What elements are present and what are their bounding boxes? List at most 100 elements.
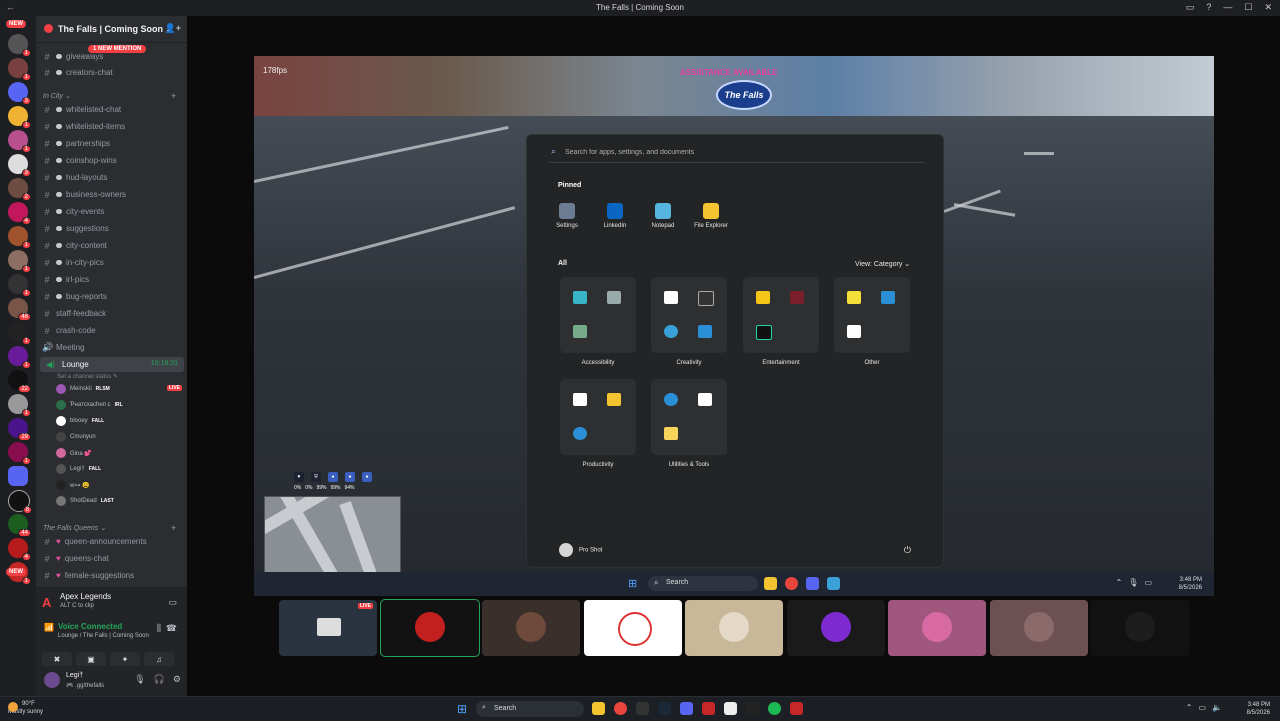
participant-tile[interactable] bbox=[584, 600, 682, 656]
file-explorer-icon[interactable] bbox=[592, 702, 605, 715]
inbox-icon[interactable]: ▭ bbox=[1186, 2, 1195, 13]
channel-item[interactable]: # ♥ female-suggestions bbox=[42, 568, 182, 583]
category-other[interactable] bbox=[834, 277, 910, 353]
server-icon[interactable]: 44 bbox=[8, 514, 31, 537]
category-accessibility[interactable] bbox=[560, 277, 636, 353]
headphones-icon[interactable]: 🎧 bbox=[154, 674, 165, 685]
server-icon[interactable]: 1 bbox=[8, 226, 31, 249]
channel-item[interactable]: # crash-code bbox=[42, 323, 182, 338]
participant-tile[interactable] bbox=[482, 600, 580, 656]
participant-tile[interactable] bbox=[990, 600, 1088, 656]
voice-user[interactable]: ShotDead LAST bbox=[56, 494, 184, 508]
server-icon[interactable]: 22 bbox=[8, 370, 31, 393]
start-search[interactable]: ⌕ bbox=[549, 142, 925, 163]
voice-user[interactable]: Gina 💕 bbox=[56, 446, 184, 460]
voice-user[interactable]: Cmunyun bbox=[56, 430, 184, 444]
voice-user[interactable]: Legi† FALL bbox=[56, 462, 184, 476]
maximize-button[interactable]: ☐ bbox=[1244, 2, 1252, 13]
server-icon[interactable]: 3 bbox=[8, 82, 31, 105]
server-icon[interactable]: 1 bbox=[8, 130, 31, 153]
server-icon[interactable]: 1 bbox=[8, 274, 31, 297]
add-channel-icon[interactable]: + bbox=[171, 91, 176, 101]
weather-widget[interactable]: 90°F Mostly sunny bbox=[8, 700, 43, 716]
channel-item[interactable]: # bug-reports bbox=[42, 289, 182, 304]
help-icon[interactable]: ? bbox=[1206, 2, 1211, 13]
participant-tile[interactable] bbox=[888, 600, 986, 656]
server-icon[interactable]: 1 bbox=[8, 106, 31, 129]
channel-item[interactable]: # irl-pics bbox=[42, 272, 182, 287]
server-icon[interactable]: 1 bbox=[8, 250, 31, 273]
folder-icon[interactable] bbox=[8, 466, 28, 486]
category-entertainment[interactable] bbox=[743, 277, 819, 353]
server-icon[interactable]: 1 bbox=[8, 442, 31, 465]
screen-icon[interactable]: ▭ bbox=[168, 597, 177, 608]
microphone-icon[interactable]: 🎙 bbox=[134, 674, 145, 685]
notepad-icon[interactable] bbox=[724, 702, 737, 715]
voice-user[interactable]: blooey FALL bbox=[56, 414, 184, 428]
server-icon[interactable]: 2 bbox=[8, 178, 31, 201]
pinned-file-explorer[interactable]: File Explorer bbox=[687, 203, 735, 229]
view-category-dropdown[interactable]: View: Category ⌄ bbox=[855, 260, 910, 268]
participant-tile[interactable] bbox=[1091, 600, 1189, 656]
server-icon[interactable]: 29 bbox=[8, 418, 31, 441]
server-icon[interactable]: 1 bbox=[8, 346, 31, 369]
audio-app-icon[interactable] bbox=[636, 702, 649, 715]
server-header[interactable]: The Falls | Coming Soon ⌄ 👤+ bbox=[36, 16, 187, 43]
channel-item[interactable]: # ♥ queen-announcements bbox=[42, 534, 182, 549]
participant-tile-stream[interactable]: LIVE bbox=[279, 600, 377, 656]
app-icon[interactable] bbox=[702, 702, 715, 715]
power-button[interactable]: ⏻ bbox=[904, 545, 911, 556]
discord-icon[interactable] bbox=[680, 702, 693, 715]
volume-icon[interactable]: 🔈 bbox=[1212, 703, 1222, 712]
pinned-linkedin[interactable]: LinkedIn bbox=[591, 203, 639, 229]
server-icon[interactable]: 4 bbox=[8, 538, 31, 561]
voice-channel-lounge[interactable]: ◀) Lounge 10:18:31 bbox=[40, 357, 184, 372]
server-icon[interactable]: 1 bbox=[8, 58, 31, 81]
steam-icon[interactable] bbox=[658, 702, 671, 715]
channel-item[interactable]: # in-city-pics bbox=[42, 255, 182, 270]
network-icon[interactable]: ▭ bbox=[1198, 703, 1206, 712]
category-header[interactable]: The Falls Queens ⌄ + bbox=[43, 523, 176, 533]
channel-item[interactable]: # creators-chat bbox=[42, 65, 182, 80]
server-icon[interactable]: 3 bbox=[8, 154, 31, 177]
channel-item[interactable]: # coinshop-wins bbox=[42, 153, 182, 168]
server-icon[interactable]: 1 bbox=[8, 34, 31, 57]
stream-view[interactable]: 178fps ASSISTANCE AVAILABLE The Falls ♥ … bbox=[254, 56, 1214, 572]
category-header[interactable]: In City ⌄ + bbox=[43, 91, 176, 101]
category-utilities[interactable] bbox=[651, 379, 727, 455]
server-icon[interactable]: 8 bbox=[8, 490, 32, 514]
windows-start-button[interactable]: ⊞ bbox=[457, 702, 467, 716]
start-user[interactable]: Pro Shot bbox=[559, 543, 602, 557]
close-button[interactable]: ✕ bbox=[1264, 2, 1272, 13]
category-productivity[interactable] bbox=[560, 379, 636, 455]
avatar[interactable] bbox=[44, 672, 60, 688]
chrome-icon[interactable] bbox=[614, 702, 627, 715]
channel-item[interactable]: # partnerships bbox=[42, 136, 182, 151]
channel-item[interactable]: # city-events bbox=[42, 204, 182, 219]
voice-connected-subtitle[interactable]: Lounge / The Falls | Coming Soon bbox=[58, 633, 149, 639]
app-icon[interactable] bbox=[746, 702, 759, 715]
channel-item[interactable]: # suggestions bbox=[42, 221, 182, 236]
invite-people-icon[interactable]: 👤+ bbox=[165, 23, 181, 34]
pinned-settings[interactable]: Settings bbox=[543, 203, 591, 229]
server-icon[interactable]: 1 bbox=[8, 322, 31, 345]
channel-item[interactable]: # staff-feedback bbox=[42, 306, 182, 321]
channel-item[interactable]: # ♥ queens-chat bbox=[42, 551, 182, 566]
minimize-button[interactable]: — bbox=[1223, 2, 1232, 13]
channel-item[interactable]: # whitelisted-chat bbox=[42, 102, 182, 117]
apex-legends-icon[interactable] bbox=[790, 702, 803, 715]
voice-user[interactable]: w⊶ 😩 bbox=[56, 478, 184, 492]
participant-tile[interactable] bbox=[787, 600, 885, 656]
participant-tile[interactable] bbox=[380, 599, 480, 657]
spotify-icon[interactable] bbox=[768, 702, 781, 715]
category-creativity[interactable] bbox=[651, 277, 727, 353]
taskbar-clock[interactable]: 3:48 PM 8/5/2026 bbox=[1247, 701, 1270, 717]
channel-item[interactable]: # business-owners bbox=[42, 187, 182, 202]
server-icon[interactable]: 48 bbox=[8, 298, 31, 321]
channel-item[interactable]: # whitelisted-items bbox=[42, 119, 182, 134]
channel-item[interactable]: # giveaways bbox=[42, 49, 182, 64]
pinned-notepad[interactable]: Notepad bbox=[639, 203, 687, 229]
voice-user[interactable]: Meinskii RLSM LIVE bbox=[56, 382, 184, 396]
gear-icon[interactable]: ⚙ bbox=[173, 674, 181, 685]
taskbar-search[interactable]: ⌕ Search bbox=[476, 701, 584, 717]
